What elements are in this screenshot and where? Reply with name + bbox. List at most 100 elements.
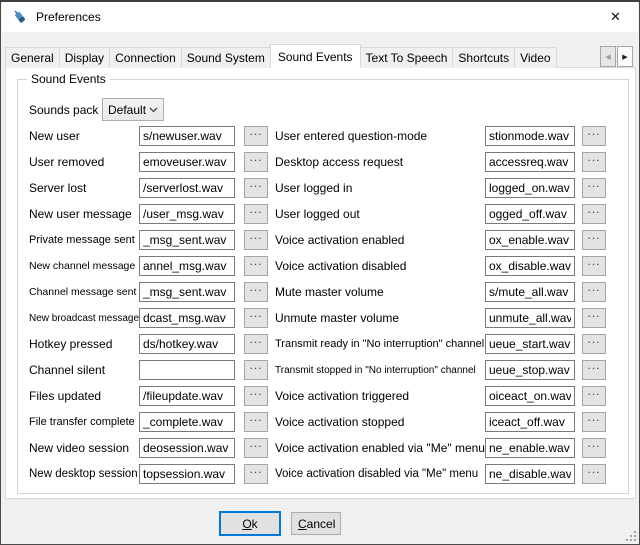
browse-button[interactable]: ... bbox=[244, 126, 268, 146]
browse-button[interactable]: ... bbox=[582, 412, 606, 432]
sound-event-label: User entered question-mode bbox=[275, 129, 485, 143]
sound-file-input[interactable] bbox=[139, 464, 235, 484]
browse-button[interactable]: ... bbox=[582, 360, 606, 380]
tab-scroll-left-button[interactable]: ◀ bbox=[600, 46, 616, 67]
chevron-left-icon: ◀ bbox=[605, 53, 610, 61]
browse-button[interactable]: ... bbox=[244, 464, 268, 484]
sound-file-input[interactable] bbox=[139, 412, 235, 432]
browse-button[interactable]: ... bbox=[244, 256, 268, 276]
sound-file-input[interactable] bbox=[139, 386, 235, 406]
browse-button[interactable]: ... bbox=[582, 256, 606, 276]
sound-event-row: Transmit ready in "No interruption" chan… bbox=[275, 334, 606, 354]
browse-button[interactable]: ... bbox=[582, 334, 606, 354]
sound-file-input[interactable] bbox=[485, 464, 575, 484]
browse-button[interactable]: ... bbox=[582, 438, 606, 458]
window-title: Preferences bbox=[36, 10, 101, 24]
sound-file-input[interactable] bbox=[139, 126, 235, 146]
sound-event-label: Voice activation enabled via "Me" menu bbox=[275, 441, 485, 455]
browse-button[interactable]: ... bbox=[244, 282, 268, 302]
sound-file-input[interactable] bbox=[485, 282, 575, 302]
sound-event-label: Files updated bbox=[29, 389, 139, 403]
tab-general[interactable]: General bbox=[5, 47, 60, 68]
sound-event-label: Unmute master volume bbox=[275, 311, 485, 325]
browse-button[interactable]: ... bbox=[582, 152, 606, 172]
sound-file-input[interactable] bbox=[485, 360, 575, 380]
tab-sound-system[interactable]: Sound System bbox=[181, 47, 271, 68]
browse-button[interactable]: ... bbox=[244, 438, 268, 458]
sound-event-row: Voice activation disabled ... bbox=[275, 256, 606, 276]
ok-button-label: Ok bbox=[227, 517, 273, 531]
sound-file-input[interactable] bbox=[485, 152, 575, 172]
sound-event-label: Voice activation enabled bbox=[275, 233, 485, 247]
tab-scroll-right-button[interactable]: ▶ bbox=[617, 46, 633, 67]
browse-button[interactable]: ... bbox=[244, 412, 268, 432]
tab-label: Connection bbox=[115, 51, 176, 65]
sound-event-row: Server lost ... bbox=[29, 178, 268, 198]
sound-file-input[interactable] bbox=[485, 308, 575, 328]
sound-event-label: User logged in bbox=[275, 181, 485, 195]
sound-event-label: Channel silent bbox=[29, 363, 139, 377]
browse-button[interactable]: ... bbox=[244, 308, 268, 328]
sound-file-input[interactable] bbox=[485, 256, 575, 276]
sound-file-input[interactable] bbox=[485, 178, 575, 198]
tab-display[interactable]: Display bbox=[59, 47, 110, 68]
tab-video[interactable]: Video bbox=[514, 47, 556, 68]
browse-button[interactable]: ... bbox=[582, 308, 606, 328]
browse-button[interactable]: ... bbox=[582, 386, 606, 406]
browse-button[interactable]: ... bbox=[582, 282, 606, 302]
sound-event-row: Private message sent ... bbox=[29, 230, 268, 250]
sound-event-label: Hotkey pressed bbox=[29, 337, 139, 351]
sound-file-input[interactable] bbox=[139, 360, 235, 380]
sound-file-input[interactable] bbox=[485, 334, 575, 354]
sound-event-label: Voice activation disabled bbox=[275, 259, 485, 273]
browse-button[interactable]: ... bbox=[244, 230, 268, 250]
sound-event-row: New video session ... bbox=[29, 438, 268, 458]
sound-file-input[interactable] bbox=[139, 282, 235, 302]
cancel-button[interactable]: Cancel bbox=[291, 512, 341, 535]
sound-file-input[interactable] bbox=[139, 152, 235, 172]
browse-button[interactable]: ... bbox=[582, 126, 606, 146]
sound-file-input[interactable] bbox=[139, 256, 235, 276]
ok-button[interactable]: Ok bbox=[219, 511, 281, 536]
groupbox-legend: Sound Events bbox=[27, 72, 110, 86]
sounds-pack-select[interactable]: Default bbox=[102, 98, 164, 121]
browse-button[interactable]: ... bbox=[582, 464, 606, 484]
sound-event-row: Transmit stopped in "No interruption" ch… bbox=[275, 360, 606, 380]
sound-file-input[interactable] bbox=[139, 230, 235, 250]
sound-event-label: Private message sent bbox=[29, 234, 139, 246]
tab-connection[interactable]: Connection bbox=[109, 47, 182, 68]
browse-button[interactable]: ... bbox=[582, 230, 606, 250]
tab-text-to-speech[interactable]: Text To Speech bbox=[360, 47, 454, 68]
tab-sound-events[interactable]: Sound Events bbox=[270, 44, 361, 68]
browse-button[interactable]: ... bbox=[582, 178, 606, 198]
browse-button[interactable]: ... bbox=[582, 204, 606, 224]
sound-file-input[interactable] bbox=[139, 178, 235, 198]
sound-file-input[interactable] bbox=[139, 334, 235, 354]
sound-event-row: New user ... bbox=[29, 126, 268, 146]
sound-file-input[interactable] bbox=[485, 386, 575, 406]
resize-grip-icon[interactable] bbox=[624, 529, 636, 541]
browse-button[interactable]: ... bbox=[244, 334, 268, 354]
sound-event-row: User entered question-mode ... bbox=[275, 126, 606, 146]
sound-file-input[interactable] bbox=[485, 412, 575, 432]
sound-file-input[interactable] bbox=[485, 126, 575, 146]
browse-button[interactable]: ... bbox=[244, 204, 268, 224]
tab-label: Shortcuts bbox=[458, 51, 509, 65]
sound-events-left-column: New user ... User removed ... Server los… bbox=[29, 126, 268, 490]
sound-file-input[interactable] bbox=[139, 438, 235, 458]
sound-event-row: Voice activation triggered ... bbox=[275, 386, 606, 406]
sound-file-input[interactable] bbox=[485, 204, 575, 224]
sound-file-input[interactable] bbox=[139, 308, 235, 328]
browse-button[interactable]: ... bbox=[244, 360, 268, 380]
browse-button[interactable]: ... bbox=[244, 178, 268, 198]
sound-file-input[interactable] bbox=[485, 438, 575, 458]
browse-button[interactable]: ... bbox=[244, 386, 268, 406]
sound-file-input[interactable] bbox=[139, 204, 235, 224]
tab-shortcuts[interactable]: Shortcuts bbox=[452, 47, 515, 68]
app-icon bbox=[12, 9, 28, 25]
sound-event-row: Hotkey pressed ... bbox=[29, 334, 268, 354]
browse-button[interactable]: ... bbox=[244, 152, 268, 172]
close-button[interactable]: ✕ bbox=[593, 2, 638, 32]
sound-file-input[interactable] bbox=[485, 230, 575, 250]
sound-event-row: User logged out ... bbox=[275, 204, 606, 224]
